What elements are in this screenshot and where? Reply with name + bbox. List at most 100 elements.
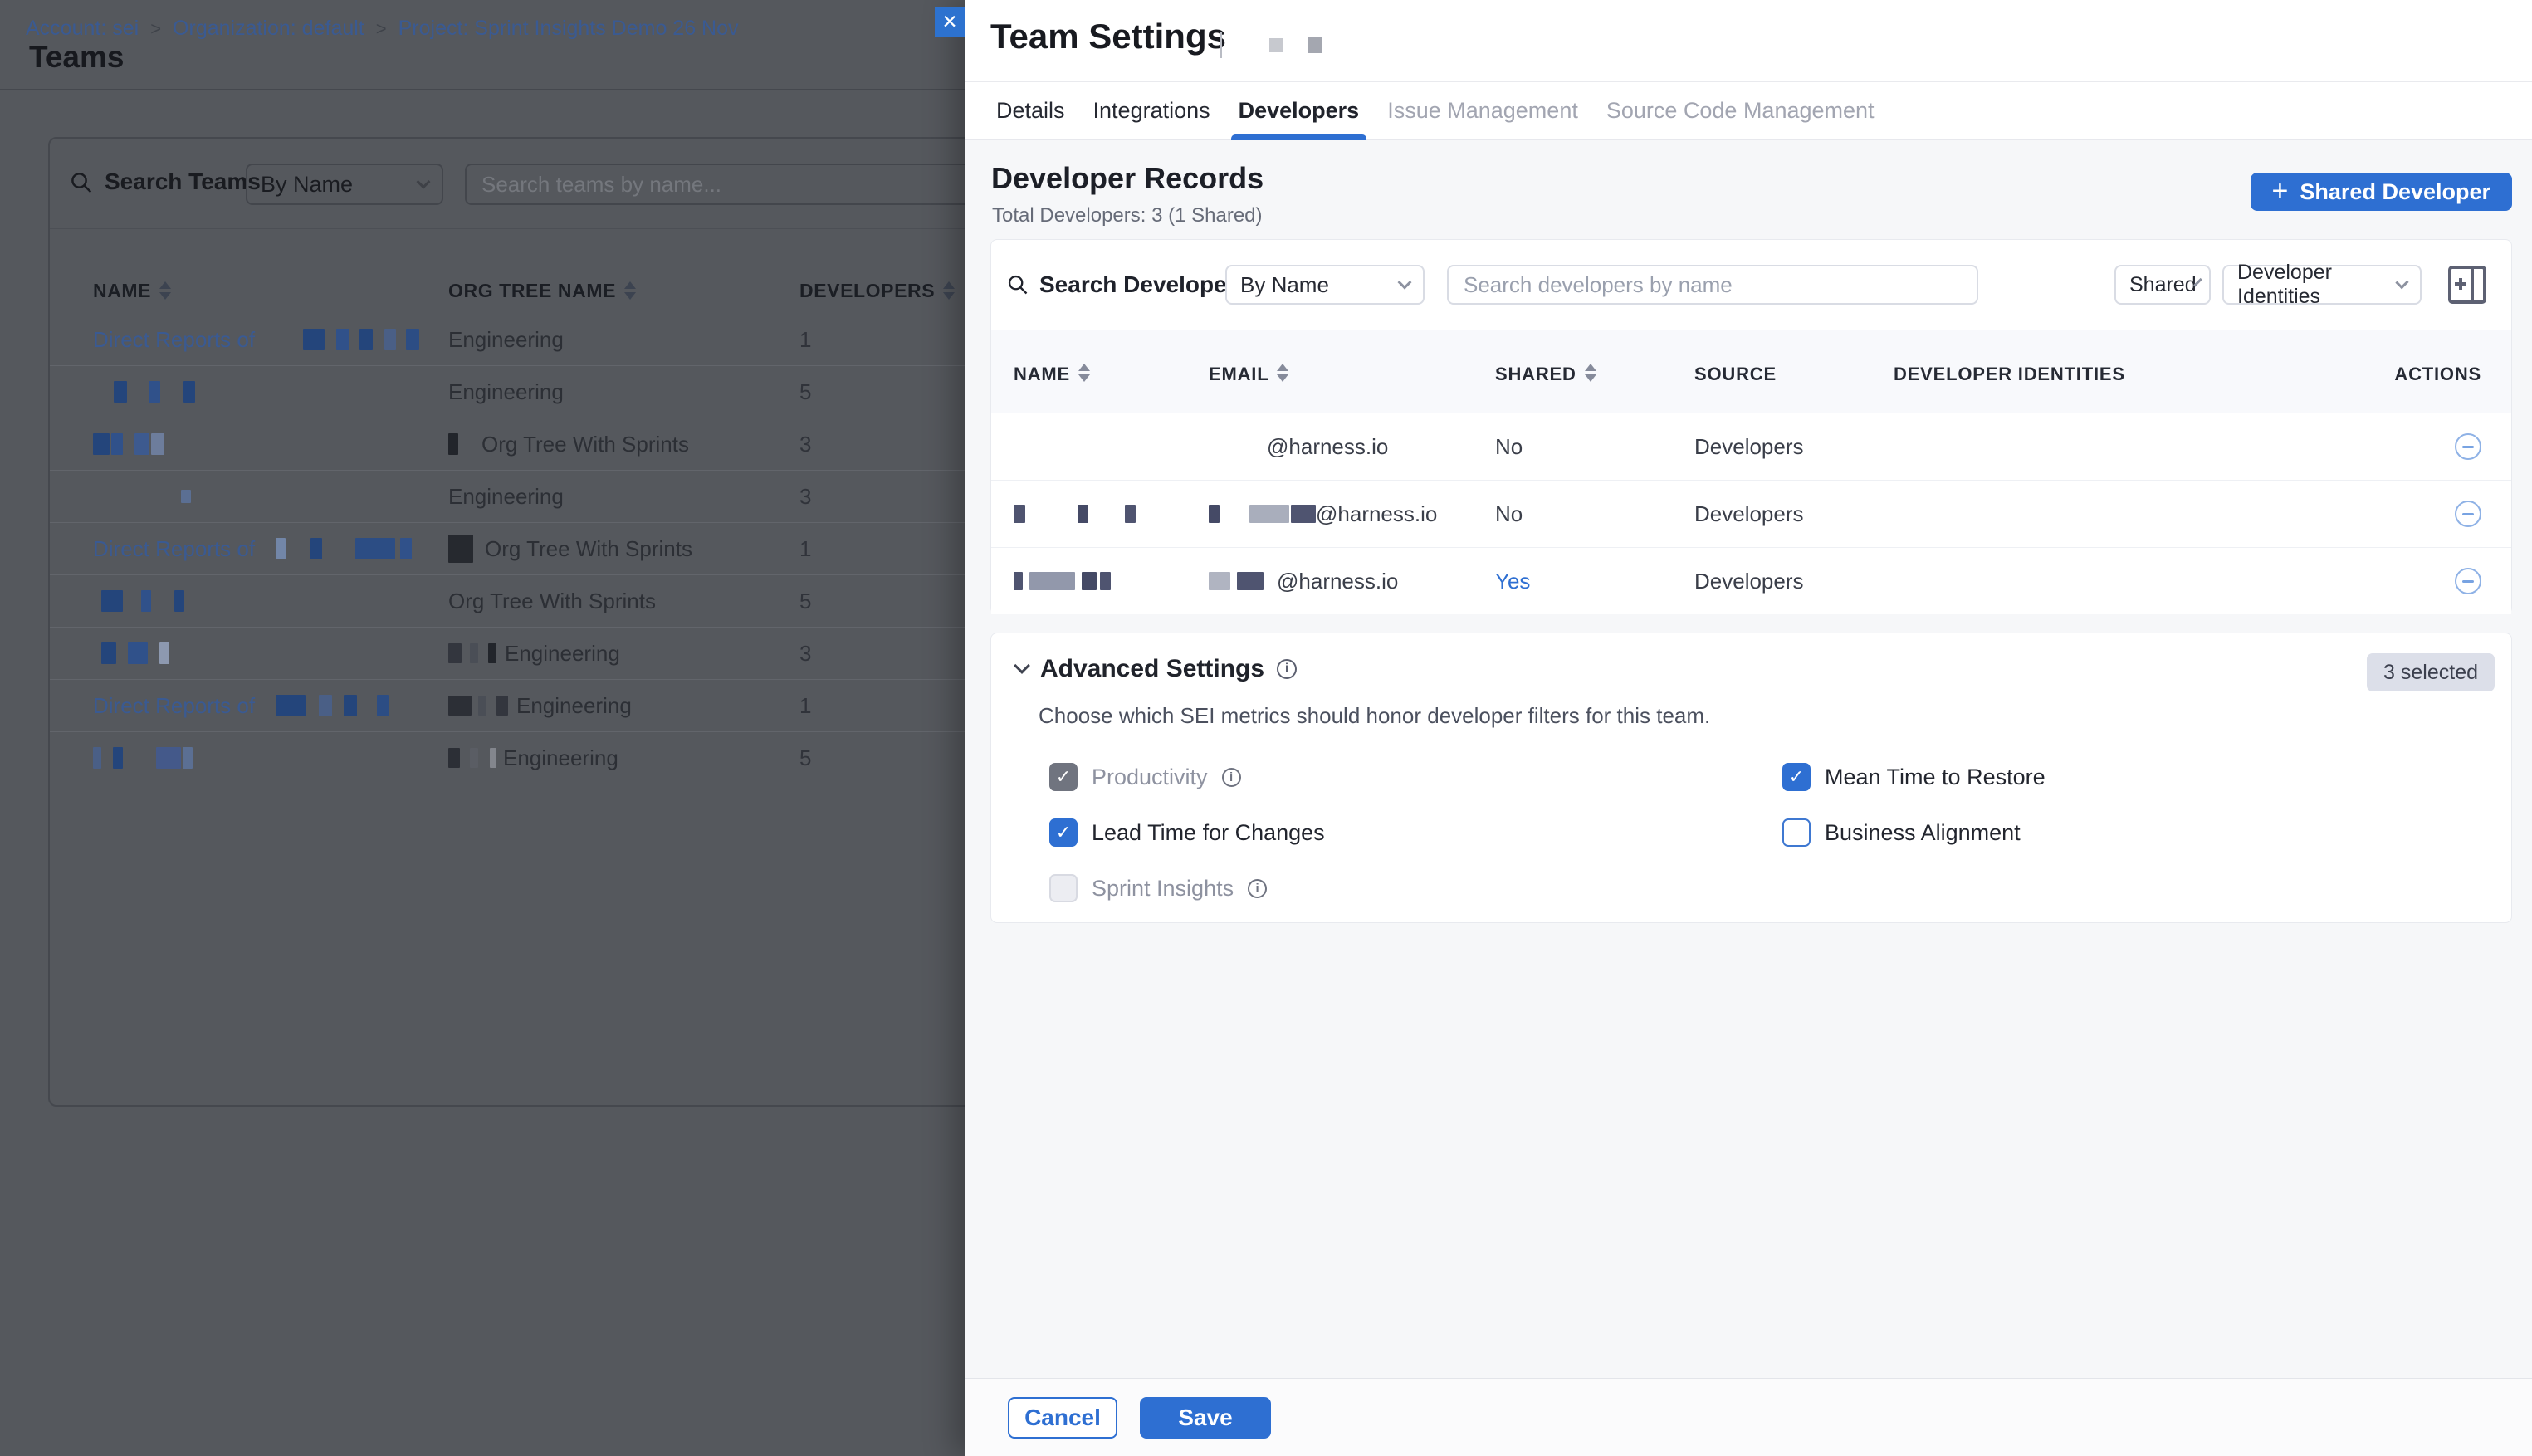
save-button[interactable]: Save	[1140, 1397, 1271, 1439]
breadcrumb-link-organization[interactable]: Organization: default	[173, 17, 364, 41]
actions-cell	[2275, 568, 2511, 594]
chevron-down-icon[interactable]	[1014, 657, 1030, 674]
table-row[interactable]: Org Tree With Sprints3	[50, 418, 1036, 471]
teams-table-body: Direct Reports ofEngineering1Engineering…	[50, 314, 1036, 784]
team-name-cell[interactable]: Direct Reports of	[93, 693, 448, 719]
page-title: Teams	[29, 40, 125, 75]
table-row[interactable]: Direct Reports ofOrg Tree With Sprints1	[50, 523, 1036, 575]
redacted-text	[255, 329, 419, 350]
org-tree-cell: Org Tree With Sprints	[448, 589, 799, 614]
table-row[interactable]: @harness.ioNoDevelopers	[991, 480, 2511, 547]
developer-email-cell: @harness.io	[1209, 434, 1495, 460]
team-name-cell[interactable]: Direct Reports of	[93, 536, 448, 562]
tab-integrations[interactable]: Integrations	[1079, 82, 1224, 139]
source-cell: Developers	[1694, 434, 1894, 460]
team-name-cell[interactable]	[93, 433, 448, 455]
check-icon: ✓	[1056, 823, 1071, 842]
metric-option-lead-time-for-changes[interactable]: ✓Lead Time for Changes	[1049, 818, 1325, 848]
table-row[interactable]: Engineering3	[50, 628, 1036, 680]
search-developers-input[interactable]	[1447, 265, 1978, 305]
developer-email-cell: @harness.io	[1209, 569, 1495, 594]
drawer-footer: Cancel Save	[965, 1378, 2532, 1456]
redacted-text	[93, 433, 164, 455]
sort-icon[interactable]	[624, 281, 636, 300]
checkbox[interactable]	[1782, 818, 1811, 847]
tab-issue-management[interactable]: Issue Management	[1373, 82, 1592, 139]
team-name-cell[interactable]	[93, 590, 448, 612]
redacted-text	[1209, 437, 1267, 456]
sort-icon[interactable]	[943, 281, 955, 300]
table-row[interactable]: @harness.ioYesDevelopers	[991, 547, 2511, 614]
metric-option-label: Sprint Insights	[1092, 876, 1234, 901]
table-row[interactable]: Org Tree With Sprints5	[50, 575, 1036, 628]
add-column-icon[interactable]	[2448, 266, 2486, 304]
remove-developer-button[interactable]	[2455, 433, 2481, 460]
sort-icon[interactable]	[1277, 364, 1288, 382]
metric-option-business-alignment[interactable]: Business Alignment	[1782, 818, 2021, 848]
shared-filter-select[interactable]: Shared	[2114, 265, 2211, 305]
checkbox[interactable]: ✓	[1049, 818, 1078, 847]
metric-option-mean-time-to-restore[interactable]: ✓Mean Time to Restore	[1782, 762, 2046, 792]
developer-identities-filter-select[interactable]: Developer Identities	[2222, 265, 2422, 305]
table-row[interactable]: Direct Reports ofEngineering1	[50, 680, 1036, 732]
table-row[interactable]: Direct Reports ofEngineering1	[50, 314, 1036, 366]
column-header-org-tree-name[interactable]: ORG TREE NAME	[448, 267, 799, 314]
title-divider	[1220, 32, 1222, 58]
team-name-cell[interactable]	[93, 490, 448, 503]
sort-icon[interactable]	[1078, 364, 1090, 382]
column-header-email[interactable]: EMAIL	[1209, 364, 1495, 413]
redacted-text	[1209, 505, 1316, 523]
tab-developers[interactable]: Developers	[1224, 82, 1374, 139]
teams-filter-select[interactable]: By Name	[246, 164, 443, 205]
add-shared-developer-button[interactable]: + Shared Developer	[2251, 173, 2512, 211]
org-tree-cell: Engineering	[448, 484, 799, 510]
teams-search-row: Search Teams By Name	[50, 139, 1036, 228]
breadcrumb-link-account[interactable]: Account: sei	[26, 17, 139, 41]
teams-table-header: NAMEORG TREE NAMEDEVELOPERS	[50, 229, 1036, 314]
shared-cell[interactable]: Yes	[1495, 569, 1694, 594]
column-header-name[interactable]: NAME	[1014, 364, 1209, 413]
breadcrumb-link-project[interactable]: Project: Sprint Insights Demo 26 Nov	[398, 17, 739, 41]
selected-count-badge: 3 selected	[2367, 653, 2495, 691]
sort-icon[interactable]	[1585, 364, 1596, 382]
team-name-cell[interactable]	[93, 747, 448, 769]
org-tree-cell: Engineering	[448, 327, 799, 353]
remove-developer-button[interactable]	[2455, 501, 2481, 527]
remove-developer-button[interactable]	[2455, 568, 2481, 594]
team-name-cell[interactable]	[93, 642, 448, 664]
search-teams-input[interactable]	[465, 164, 1013, 205]
checkbox[interactable]: ✓	[1782, 763, 1811, 791]
metric-option-productivity: ✓Productivityi	[1049, 762, 1241, 792]
org-tree-cell: Org Tree With Sprints	[448, 535, 799, 563]
redacted-text	[448, 696, 516, 716]
advanced-settings-description: Choose which SEI metrics should honor de…	[1039, 703, 1710, 729]
drawer-header: Team Settings	[965, 0, 2532, 81]
sort-icon[interactable]	[159, 281, 171, 300]
developers-filter-select[interactable]: By Name	[1225, 265, 1425, 305]
tab-details[interactable]: Details	[982, 82, 1079, 139]
redacted-text	[93, 747, 193, 769]
tab-source-code-management[interactable]: Source Code Management	[1592, 82, 1889, 139]
check-icon: ✓	[1056, 768, 1071, 786]
cancel-button[interactable]: Cancel	[1008, 1397, 1117, 1439]
table-row[interactable]: Engineering5	[50, 366, 1036, 418]
redacted-text	[448, 748, 503, 768]
developer-email-cell: @harness.io	[1209, 501, 1495, 527]
total-developers-text: Total Developers: 3 (1 Shared)	[992, 204, 1263, 227]
team-name-cell[interactable]	[93, 381, 448, 403]
email-domain: @harness.io	[1277, 569, 1398, 594]
team-name-cell[interactable]: Direct Reports of	[93, 327, 448, 353]
table-row[interactable]: Engineering3	[50, 471, 1036, 523]
table-row[interactable]: Engineering5	[50, 732, 1036, 784]
check-icon: ✓	[1789, 768, 1804, 786]
teams-card: Search Teams By Name NAMEORG TREE NAMEDE…	[48, 137, 1038, 1107]
redacted-text	[448, 433, 481, 455]
teams-filter-value: By Name	[261, 172, 353, 198]
column-header-shared[interactable]: SHARED	[1495, 364, 1694, 413]
close-button[interactable]: ✕	[935, 7, 965, 37]
column-header-name[interactable]: NAME	[93, 267, 448, 314]
search-developers-label: Search Developers	[1039, 271, 1249, 298]
table-row[interactable]: @harness.ioNoDevelopers	[991, 413, 2511, 480]
redacted-text	[93, 642, 169, 664]
search-icon	[1006, 273, 1029, 296]
